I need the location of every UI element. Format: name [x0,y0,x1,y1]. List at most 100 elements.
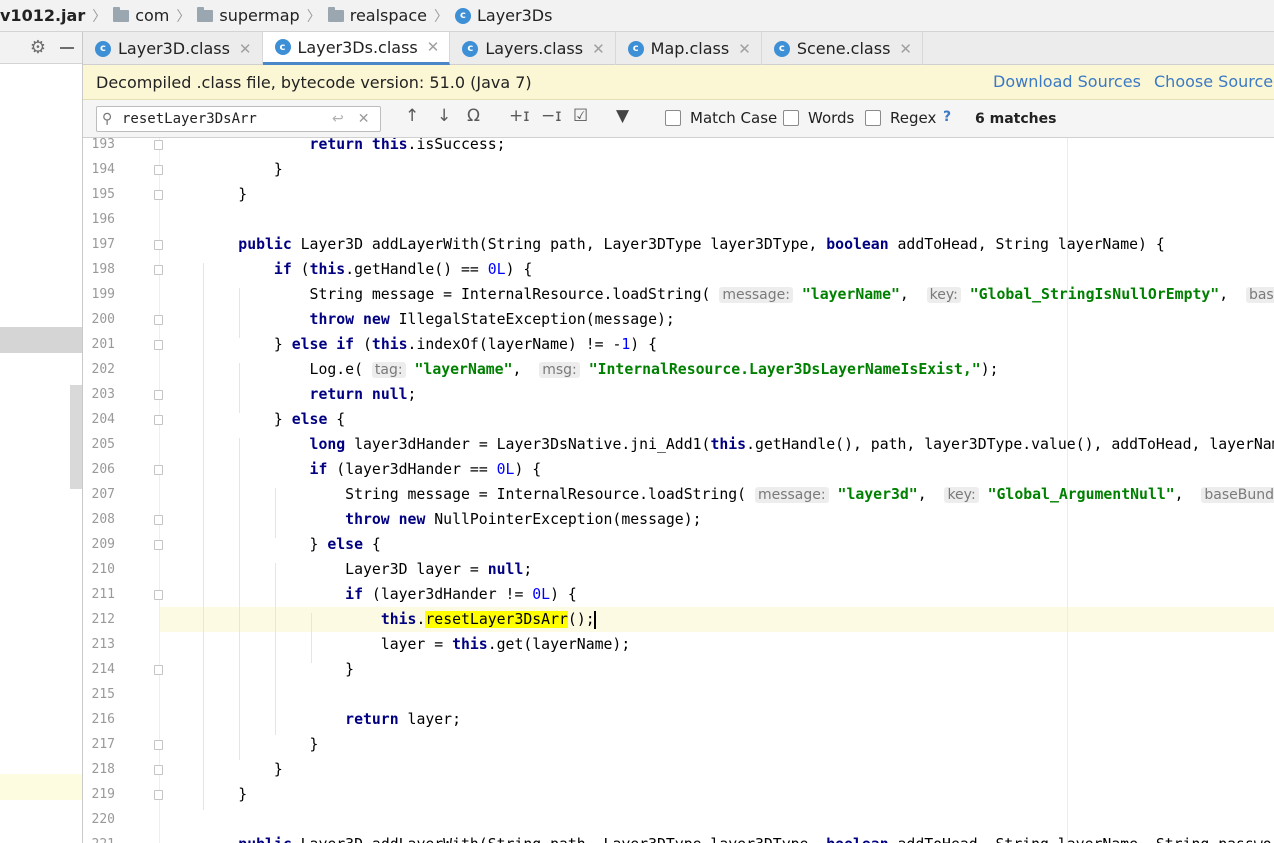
line-number: 207 [91,487,115,502]
banner-text: Decompiled .class file, bytecode version… [96,72,532,92]
class-icon: c [95,40,111,57]
search-icon[interactable]: ⚲ [102,111,122,127]
breadcrumb-jar[interactable]: v1012.jar [0,0,85,32]
checkbox-box[interactable] [783,110,799,126]
fold-marker[interactable] [154,740,163,750]
project-tree-selected-row[interactable] [0,327,82,353]
breadcrumb-item-current[interactable]: c Layer3Ds [454,0,552,32]
close-icon[interactable]: ✕ [738,40,751,58]
close-icon[interactable]: ✕ [899,40,912,58]
fold-marker[interactable] [154,240,163,250]
words-checkbox[interactable]: Words [783,109,854,127]
ide-window: v1012.jar 〉 com 〉 supermap 〉 realspace 〉… [0,0,1274,843]
line-number: 219 [91,787,115,802]
close-icon[interactable]: ✕ [592,40,605,58]
close-icon[interactable]: ✕ [427,38,440,56]
tab-layers[interactable]: c Layers.class ✕ [450,32,616,65]
regex-help-link[interactable]: ? [943,109,951,125]
code-line: } [167,736,319,753]
arrow-up-icon[interactable]: ↑ [405,108,419,125]
fold-marker[interactable] [154,190,163,200]
fold-marker[interactable] [154,140,163,150]
remove-selection-icon[interactable]: −ɪ [541,108,562,125]
breadcrumb-separator: 〉 [433,8,448,25]
folder-icon [113,6,130,22]
class-icon: c [627,40,644,57]
tab-label: Layers.class [485,39,584,58]
match-case-checkbox[interactable]: Match Case [665,109,777,127]
line-number: 206 [91,462,115,477]
match-count: 6 matches [975,111,1057,127]
minus-icon[interactable] [60,46,74,49]
breadcrumb-item-com[interactable]: com [113,0,169,32]
line-number: 209 [91,537,115,552]
fold-marker[interactable] [154,540,163,550]
breadcrumb-separator: 〉 [176,8,191,25]
code-line: this.resetLayer3DsArr(); [380,611,596,629]
regex-label: Regex [890,109,937,127]
tab-layer3ds[interactable]: c Layer3Ds.class ✕ [262,32,451,65]
tab-label: Map.class [650,39,730,58]
tab-scene[interactable]: c Scene.class ✕ [762,32,923,65]
tab-layer3d[interactable]: c Layer3D.class ✕ [83,32,263,65]
fold-marker[interactable] [154,265,163,275]
line-number: 201 [91,337,115,352]
breadcrumb-item-supermap[interactable]: supermap [197,0,300,32]
fold-marker[interactable] [154,665,163,675]
fold-marker[interactable] [154,790,163,800]
fold-marker[interactable] [154,765,163,775]
code-line: Layer3D layer = null; [167,561,533,578]
add-selection-icon[interactable]: +ɪ [509,108,530,125]
fold-marker[interactable] [154,340,163,350]
code-line: public Layer3D addLayerWith(String path,… [167,832,1274,843]
search-box: ⚲ ↩ ✕ [96,106,381,132]
fold-marker[interactable] [154,415,163,425]
code-line: String message = InternalResource.loadSt… [167,482,1274,507]
code-line: return layer; [345,711,461,728]
class-icon: c [454,7,471,24]
filter-icon[interactable]: ▼ [616,108,629,125]
line-number: 218 [91,762,115,777]
select-all-occurrences-icon[interactable]: Ω [467,108,480,125]
fold-marker[interactable] [154,515,163,525]
toggle-selection-icon[interactable]: ☑ [573,108,588,125]
line-number: 193 [91,138,115,152]
regex-checkbox[interactable]: Regex [865,109,936,127]
code-line: } [167,761,283,778]
choose-sources-link[interactable]: Choose Sources... [1154,72,1274,91]
project-panel-scrollbar[interactable] [70,385,82,489]
checkbox-box[interactable] [865,110,881,126]
fold-marker[interactable] [154,165,163,175]
fold-marker[interactable] [154,315,163,325]
line-number: 212 [91,612,115,627]
checkbox-box[interactable] [665,110,681,126]
code-editor[interactable]: 193 194 195 196 197 198 199 200 201 202 … [83,138,1274,843]
code-line: public Layer3D addLayerWith(String path,… [238,236,1165,253]
code-line: if (this.getHandle() == 0L) { [273,261,533,278]
history-icon[interactable]: ↩ [332,111,344,127]
tab-label: Layer3D.class [118,39,230,58]
code-line: } else { [167,411,346,428]
project-tree-row[interactable] [0,774,82,800]
download-sources-link[interactable]: Download Sources [993,72,1141,91]
search-input[interactable] [122,111,322,127]
line-number: 210 [91,562,115,577]
breadcrumb-item-realspace[interactable]: realspace [327,0,427,32]
tab-map[interactable]: c Map.class ✕ [616,32,762,65]
code-line: } [167,786,248,803]
folder-icon [197,6,214,22]
code-line: } [167,661,355,678]
find-toolbar: ⚲ ↩ ✕ ↑ ↓ Ω +ɪ −ɪ ☑ ▼ Match Case Words R… [83,100,1274,138]
line-number: 200 [91,312,115,327]
close-icon[interactable]: ✕ [239,40,252,58]
fold-marker[interactable] [154,390,163,400]
arrow-down-icon[interactable]: ↓ [437,108,451,125]
clear-icon[interactable]: ✕ [358,111,370,127]
fold-marker[interactable] [154,465,163,475]
gear-icon[interactable]: ⚙ [30,38,46,57]
code-line: } [167,161,283,178]
fold-marker[interactable] [154,590,163,600]
line-number: 205 [91,437,115,452]
line-number: 196 [91,212,115,227]
class-icon: c [773,40,790,57]
